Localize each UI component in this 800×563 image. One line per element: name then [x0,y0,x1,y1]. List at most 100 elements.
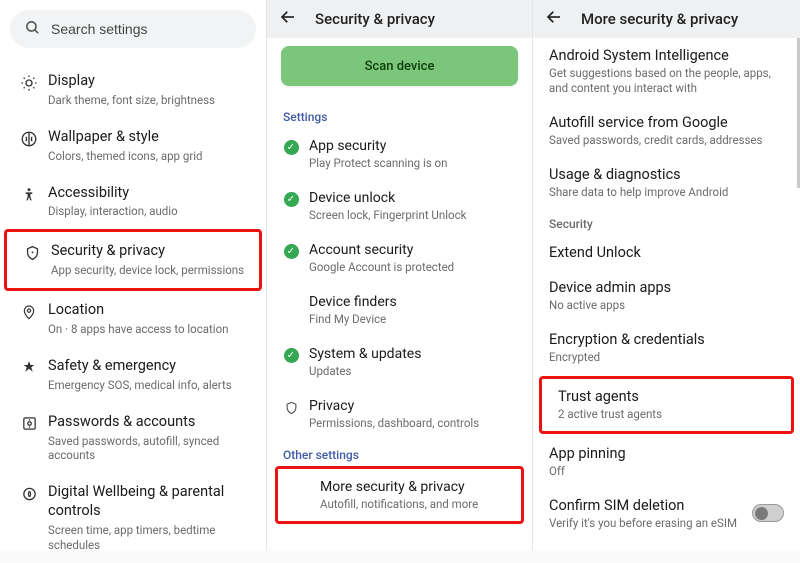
row-sub: Screen lock, Fingerprint Unlock [309,208,466,222]
settings-item-label: Display [48,72,215,91]
status-ok-icon: ✓ [284,244,299,259]
status-ok-icon: ✓ [284,140,299,155]
settings-item-label: Passwords & accounts [48,413,250,432]
row-label: Device unlock [309,190,466,206]
security-row-device-finders[interactable]: Device finders Find My Device [267,284,532,336]
row-sub: 2 active trust agents [558,407,775,422]
settings-item-sub: App security, device lock, permissions [51,263,244,278]
row-label: System & updates [309,346,421,362]
more-security-label: More security & privacy [320,479,478,495]
security-row-account-security[interactable]: ✓ Account security Google Account is prote… [267,232,532,284]
more-row-usage-diagnostics[interactable]: Usage & diagnostics Share data to help im… [533,157,800,209]
section-label-other: Other settings [267,440,532,466]
settings-item-passwords-accounts[interactable]: Passwords & accounts Saved passwords, aut… [4,403,262,474]
settings-item-label: Wallpaper & style [48,128,203,147]
row-label: Account security [309,242,454,258]
row-sub: Verify it's you before erasing an eSIM [549,516,737,531]
settings-item-label: Safety & emergency [48,357,232,376]
more-security-sub: Autofill, notifications, and more [320,497,478,511]
row-label: App pinning [549,445,784,462]
row-label: App security [309,138,447,154]
search-icon [24,19,51,40]
settings-item-wallpaper-style[interactable]: Wallpaper & style Colors, themed icons, a… [4,118,262,174]
settings-item-accessibility[interactable]: AccessibilityDisplay, interaction, audio [4,174,262,230]
security-row-privacy[interactable]: Privacy Permissions, dashboard, controls [267,388,532,440]
security-row-confirm-sim-deletion[interactable]: Confirm SIM deletion Verify it's you befo… [533,488,800,540]
settings-root-pane: Display Dark theme, font size, brightness… [0,0,266,550]
status-ok-icon: ✓ [284,348,299,363]
row-sub: Encrypted [549,350,784,365]
row-sub: Get suggestions based on the people, app… [549,66,784,96]
settings-item-sub: Saved passwords, autofill, synced accoun… [48,434,250,464]
row-label: Device finders [309,294,397,310]
row-label: Android System Intelligence [549,47,784,64]
back-icon[interactable] [545,8,563,30]
search-input[interactable] [51,21,242,37]
scan-device-label: Scan device [365,59,435,74]
settings-item-security-privacy[interactable]: Security & privacy App security, device l… [4,229,262,291]
settings-item-icon [19,244,45,262]
row-label: Encryption & credentials [549,331,784,348]
security-privacy-pane: Security & privacy Scan device Settings … [266,0,532,550]
row-label: Trust agents [558,388,775,405]
more-security-privacy-row[interactable]: More security & privacy Autofill, notifi… [275,466,524,524]
security-row-app-security[interactable]: ✓ App security Play Protect scanning is on [267,128,532,180]
row-sub: Google Account is protected [309,260,454,274]
right-app-bar: More security & privacy [533,0,800,38]
settings-item-sub: Colors, themed icons, app grid [48,149,203,164]
more-security-pane: More security & privacy Android System I… [532,0,800,550]
shield-icon [284,400,299,416]
right-title: More security & privacy [581,10,738,28]
back-icon[interactable] [279,8,297,30]
security-row-app-pinning[interactable]: App pinningOff [533,436,800,488]
row-sub: Share data to help improve Android [549,185,784,200]
row-label: Privacy [309,398,479,414]
settings-item-icon [16,130,42,148]
security-row-extend-unlock[interactable]: Extend Unlock [533,235,800,270]
search-settings-bar[interactable] [10,10,256,48]
settings-item-sub: On · 8 apps have access to location [48,322,228,337]
row-sub: Find My Device [309,312,397,326]
settings-item-icon [16,303,42,321]
security-row-system-updates[interactable]: ✓ System & updates Updates [267,336,532,388]
settings-item-label: Location [48,301,228,320]
row-label: Extend Unlock [549,244,784,261]
settings-item-sub: Dark theme, font size, brightness [48,93,215,108]
settings-item-icon [16,74,42,92]
more-row-autofill-service-from-google[interactable]: Autofill service from Google Saved passwo… [533,105,800,157]
settings-item-label: Digital Wellbeing & parental controls [48,483,250,521]
row-sub: No active apps [549,298,784,313]
settings-item-sub: Emergency SOS, medical info, alerts [48,378,232,393]
row-sub: Play Protect scanning is on [309,156,447,170]
scan-device-button[interactable]: Scan device [281,46,518,86]
more-row-android-system-intelligence[interactable]: Android System Intelligence Get suggestio… [533,38,800,105]
security-row-device-admin-apps[interactable]: Device admin apps No active apps [533,270,800,322]
row-label: Device admin apps [549,279,784,296]
settings-item-icon [16,359,42,377]
security-row-device-unlock[interactable]: ✓ Device unlock Screen lock, Fingerprint U… [267,180,532,232]
confirm-sim-toggle[interactable] [752,504,784,522]
settings-item-label: Accessibility [48,184,178,203]
settings-item-label: Security & privacy [51,242,244,261]
settings-item-sub: Display, interaction, audio [48,204,178,219]
settings-item-icon [16,415,42,432]
row-sub: Updates [309,364,421,378]
row-label: Usage & diagnostics [549,166,784,183]
section-label-settings: Settings [267,102,532,128]
row-sub: Saved passwords, credit cards, addresses [549,133,784,148]
mid-app-bar: Security & privacy [267,0,532,38]
row-sub: Permissions, dashboard, controls [309,416,479,430]
row-label: Autofill service from Google [549,114,784,131]
security-row-trust-agents[interactable]: Trust agents 2 active trust agents [539,376,794,434]
settings-item-sub: Screen time, app timers, bedtime schedul… [48,523,250,553]
settings-item-location[interactable]: Location On · 8 apps have access to locat… [4,291,262,347]
row-label: Confirm SIM deletion [549,497,737,514]
mid-title: Security & privacy [315,10,435,28]
security-row-encryption-credentials[interactable]: Encryption & credentials Encrypted [533,322,800,374]
settings-item-safety-emergency[interactable]: Safety & emergency Emergency SOS, medical… [4,347,262,403]
settings-item-display[interactable]: Display Dark theme, font size, brightness [4,62,262,118]
status-ok-icon: ✓ [284,192,299,207]
section-label-security: Security [533,209,800,235]
settings-item-icon [16,186,42,204]
settings-item-icon [16,485,42,503]
